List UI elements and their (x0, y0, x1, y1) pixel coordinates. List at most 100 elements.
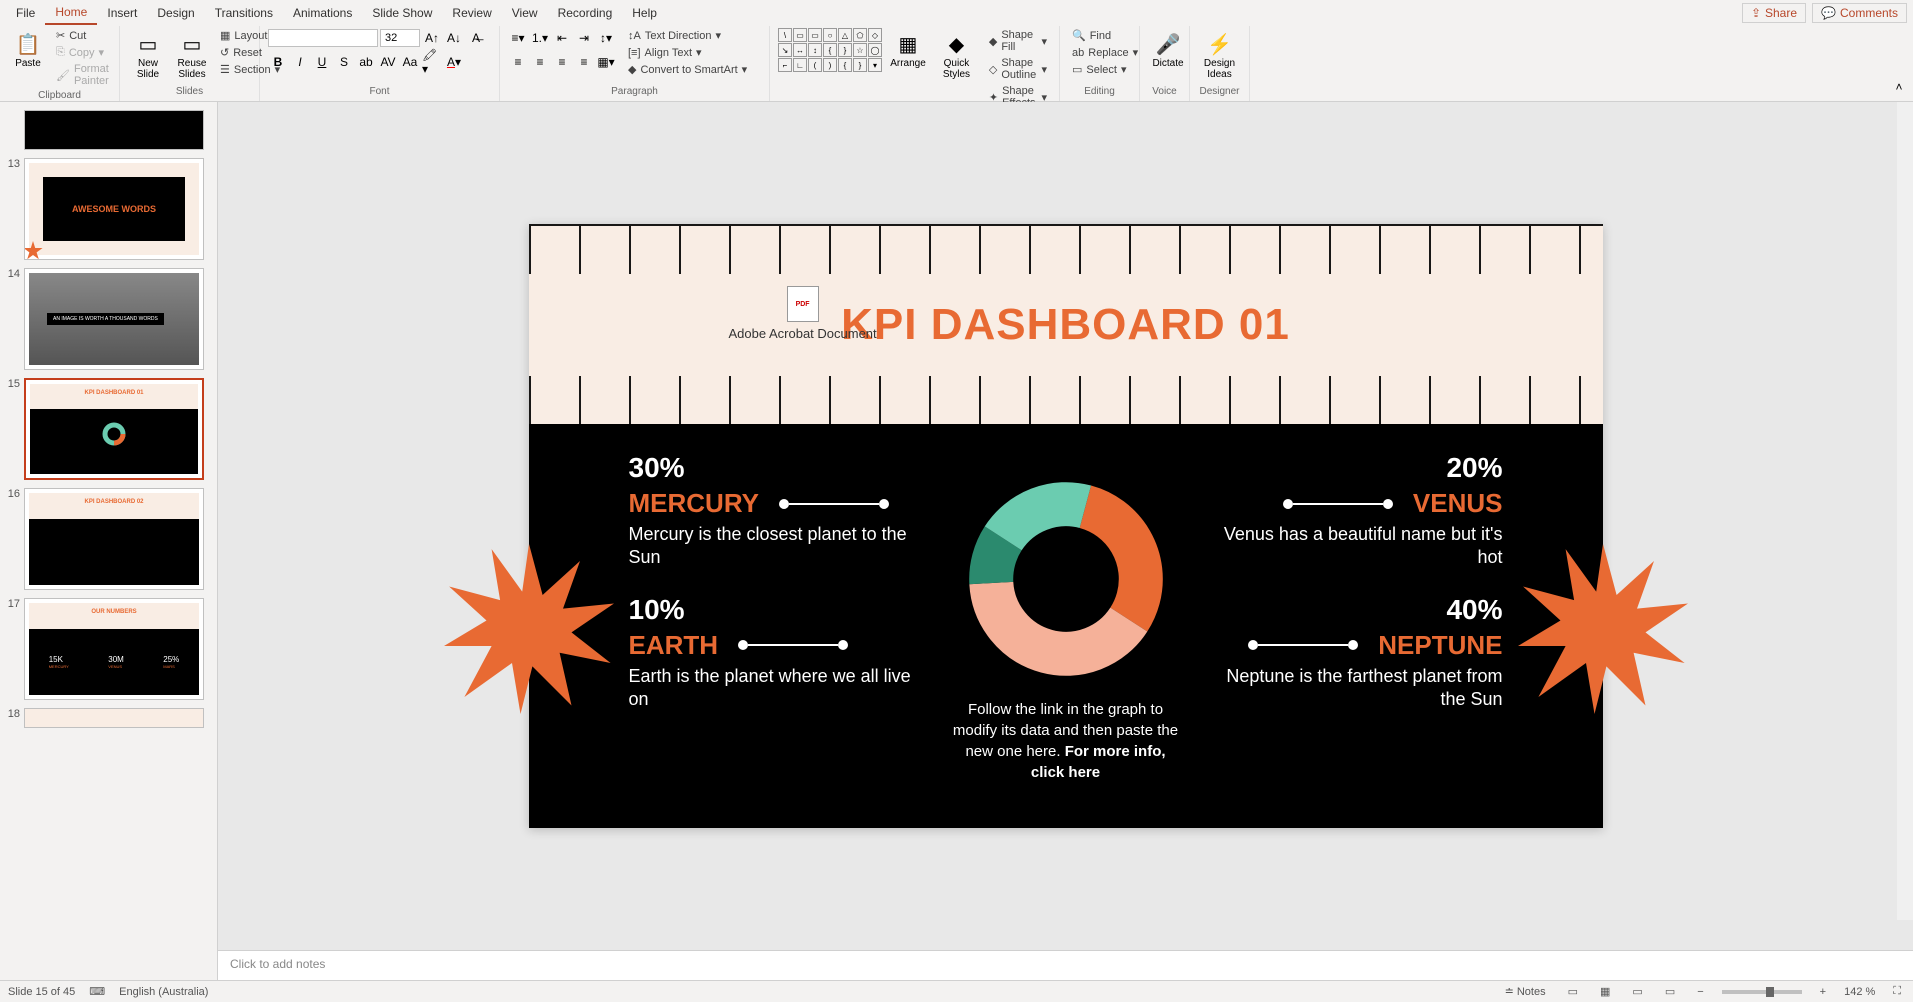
vertical-scrollbar[interactable] (1897, 102, 1913, 920)
line-spacing-button[interactable]: ↕▾ (596, 28, 616, 48)
design-ideas-button[interactable]: ⚡ Design Ideas (1198, 28, 1241, 82)
tab-transitions[interactable]: Transitions (205, 2, 283, 24)
thumbnail[interactable] (24, 110, 204, 150)
thumbnail-14[interactable]: 14 AN IMAGE IS WORTH A THOUSAND WORDS (0, 264, 217, 374)
font-name-input[interactable] (268, 29, 378, 47)
shapes-gallery[interactable]: \▭▭○△⬠◇ ↘↔↕{}☆◯ ⌐∟(){}▾ (778, 28, 882, 72)
thumbnail[interactable] (24, 708, 204, 728)
text-direction-button[interactable]: ↕AText Direction ▾ (624, 28, 751, 43)
new-slide-button[interactable]: ▭ New Slide (128, 28, 168, 82)
arrange-button[interactable]: ▦ Arrange (888, 28, 928, 71)
tab-view[interactable]: View (502, 2, 548, 24)
grow-font-button[interactable]: A↑ (422, 28, 442, 48)
comments-button[interactable]: 💬Comments (1812, 3, 1907, 23)
bullets-button[interactable]: ≡▾ (508, 28, 528, 48)
select-button[interactable]: ▭Select ▾ (1068, 62, 1142, 77)
donut-chart[interactable] (956, 469, 1176, 689)
convert-smartart-button[interactable]: ◆Convert to SmartArt ▾ (624, 62, 751, 77)
format-painter-button[interactable]: 🖌Format Painter (52, 62, 113, 88)
thumbnail[interactable]: KPI DASHBOARD 02 (24, 488, 204, 590)
group-label: Editing (1068, 84, 1131, 99)
shape-fill-button[interactable]: ◆Shape Fill ▾ (985, 28, 1051, 54)
align-text-button[interactable]: [≡]Align Text ▾ (624, 45, 751, 60)
tab-insert[interactable]: Insert (97, 2, 147, 24)
arrange-icon: ▦ (894, 30, 922, 58)
thumbnail-16[interactable]: 16 KPI DASHBOARD 02 (0, 484, 217, 594)
italic-button[interactable]: I (290, 52, 310, 72)
zoom-in-button[interactable]: + (1816, 986, 1830, 998)
find-button[interactable]: 🔍Find (1068, 28, 1142, 43)
kpi-venus[interactable]: 20% VENUS Venus has a beautiful name but… (1203, 452, 1503, 570)
zoom-out-button[interactable]: − (1693, 986, 1707, 998)
kpi-earth[interactable]: 10% EARTH Earth is the planet where we a… (629, 594, 929, 712)
columns-button[interactable]: ▦▾ (596, 52, 616, 72)
tab-home[interactable]: Home (45, 1, 97, 25)
clear-format-button[interactable]: A̶ (466, 28, 486, 48)
replace-button[interactable]: abReplace ▾ (1068, 45, 1142, 60)
align-center-button[interactable]: ≡ (530, 52, 550, 72)
strike-button[interactable]: S (334, 52, 354, 72)
tab-help[interactable]: Help (622, 2, 667, 24)
tab-file[interactable]: File (6, 2, 45, 24)
highlight-button[interactable]: 🖍▾ (422, 52, 442, 72)
shrink-font-button[interactable]: A↓ (444, 28, 464, 48)
thumbnail-18[interactable]: 18 (0, 704, 217, 732)
share-button[interactable]: ⇪Share (1742, 3, 1806, 23)
kpi-percent: 10% (629, 594, 929, 626)
thumbnail[interactable]: KPI DASHBOARD 01 (24, 378, 204, 480)
zoom-slider[interactable] (1722, 990, 1802, 994)
quick-styles-button[interactable]: ◆ Quick Styles (934, 28, 979, 82)
paste-button[interactable]: 📋 Paste (8, 28, 48, 71)
thumbnail[interactable]: OUR NUMBERS 15KMERCURY 30MVENUS 25%MARS (24, 598, 204, 700)
cut-button[interactable]: ✂Cut (52, 28, 113, 43)
kpi-mercury[interactable]: 30% MERCURY Mercury is the closest plane… (629, 452, 929, 570)
slide-thumbnails-panel[interactable]: 13 AWESOME WORDS 14 AN IMAGE IS WORTH A … (0, 102, 218, 980)
thumbnail[interactable]: AWESOME WORDS (24, 158, 204, 260)
thumbnail[interactable]: AN IMAGE IS WORTH A THOUSAND WORDS (24, 268, 204, 370)
shadow-button[interactable]: ab (356, 52, 376, 72)
chart-instruction-text[interactable]: Follow the link in the graph to modify i… (949, 699, 1183, 783)
indent-inc-button[interactable]: ⇥ (574, 28, 594, 48)
align-right-button[interactable]: ≡ (552, 52, 572, 72)
underline-button[interactable]: U (312, 52, 332, 72)
notes-pane[interactable]: Click to add notes (218, 950, 1913, 980)
layout-icon: ▦ (220, 29, 230, 42)
tab-design[interactable]: Design (147, 2, 204, 24)
thumbnail-partial[interactable] (0, 106, 217, 154)
thumbnail-15[interactable]: 15 KPI DASHBOARD 01 (0, 374, 217, 484)
zoom-level[interactable]: 142 % (1844, 986, 1875, 998)
tab-review[interactable]: Review (442, 2, 501, 24)
sorter-view-button[interactable]: ▦ (1596, 985, 1614, 998)
reading-view-button[interactable]: ▭ (1628, 985, 1646, 998)
align-left-button[interactable]: ≡ (508, 52, 528, 72)
slide-title[interactable]: KPI DASHBOARD 01 (841, 300, 1290, 350)
font-color-button[interactable]: A▾ (444, 52, 464, 72)
tab-animations[interactable]: Animations (283, 2, 362, 24)
copy-button[interactable]: ⎘Copy ▾ (52, 45, 113, 60)
embedded-pdf-object[interactable]: Adobe Acrobat Document (729, 286, 877, 342)
kpi-neptune[interactable]: 40% NEPTUNE Neptune is the farthest plan… (1203, 594, 1503, 712)
spacing-button[interactable]: AV (378, 52, 398, 72)
accessibility-icon[interactable]: ⌨ (89, 985, 105, 998)
font-size-input[interactable] (380, 29, 420, 47)
fit-window-button[interactable]: ⛶ (1889, 985, 1905, 998)
tab-slideshow[interactable]: Slide Show (362, 2, 442, 24)
indent-dec-button[interactable]: ⇤ (552, 28, 572, 48)
tab-recording[interactable]: Recording (548, 2, 623, 24)
thumbnail-17[interactable]: 17 OUR NUMBERS 15KMERCURY 30MVENUS 25%MA… (0, 594, 217, 704)
language-indicator[interactable]: English (Australia) (119, 986, 208, 998)
justify-button[interactable]: ≡ (574, 52, 594, 72)
normal-view-button[interactable]: ▭ (1564, 985, 1582, 998)
kpi-desc: Venus has a beautiful name but it's hot (1203, 523, 1503, 570)
collapse-ribbon-button[interactable]: ˄ (1889, 77, 1909, 97)
thumbnail-13[interactable]: 13 AWESOME WORDS (0, 154, 217, 264)
dictate-button[interactable]: 🎤 Dictate (1148, 28, 1188, 71)
notes-toggle[interactable]: ≐ Notes (1501, 985, 1550, 998)
slide-canvas[interactable]: KPI DASHBOARD 01 Adobe Acrobat Document … (529, 224, 1603, 828)
case-button[interactable]: Aa (400, 52, 420, 72)
shape-outline-button[interactable]: ◇Shape Outline ▾ (985, 56, 1051, 82)
slideshow-view-button[interactable]: ▭ (1661, 985, 1679, 998)
bold-button[interactable]: B (268, 52, 288, 72)
numbering-button[interactable]: 1.▾ (530, 28, 550, 48)
reuse-slides-button[interactable]: ▭ Reuse Slides (172, 28, 212, 82)
